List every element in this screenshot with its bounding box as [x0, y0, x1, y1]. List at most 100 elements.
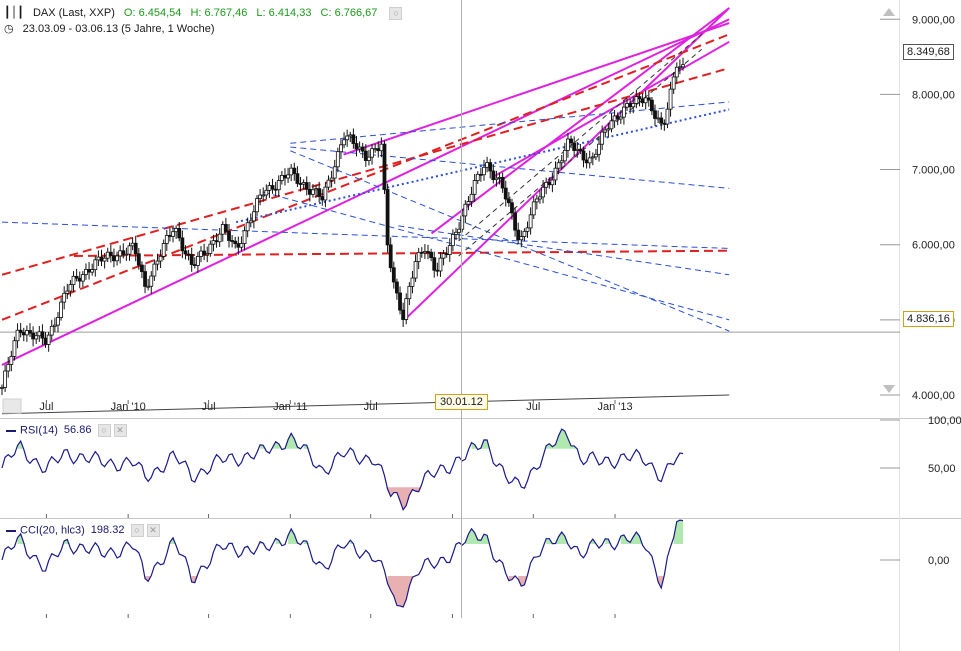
ohlc-body	[329, 177, 334, 181]
blue-dashed-trendline	[263, 191, 730, 321]
ohlc-body	[531, 201, 536, 216]
ohlc-body	[631, 103, 636, 108]
ohlc-body	[395, 281, 399, 294]
ohlc-body	[429, 251, 434, 259]
ohlc-body	[653, 110, 657, 119]
axis-labels: 4.000,005.000,006.000,007.000,008.000,00…	[39, 14, 954, 413]
cci-close-icon[interactable]: ✕	[146, 524, 160, 537]
ohlc-body	[423, 251, 427, 254]
ohlc-body	[488, 162, 493, 172]
ohlc-body	[385, 189, 390, 246]
ohlc-body	[40, 331, 45, 339]
ohlc-body	[544, 181, 549, 188]
ohlc-body	[71, 275, 76, 285]
ohlc-body	[56, 317, 60, 326]
ohlc-body	[24, 330, 29, 336]
ohlc-body	[351, 134, 356, 144]
ohlc-body	[90, 269, 95, 273]
rsi-panel: 100,00 50,00	[1, 415, 961, 512]
ohlc-body	[640, 98, 645, 104]
ohlc-body	[127, 245, 132, 255]
cci-value: 198.32	[90, 524, 125, 537]
ohlc-body	[283, 175, 287, 179]
trendlines	[1, 7, 730, 415]
ohlc-body	[43, 337, 48, 345]
scroll-down-icon[interactable]	[883, 385, 895, 393]
time-tick-label: Jul	[39, 401, 53, 413]
ohlc-body	[161, 243, 166, 257]
last-price-flag: 8.349,68	[903, 44, 954, 60]
ohlc-body	[115, 255, 119, 262]
cci-settings-icon[interactable]: ○	[130, 524, 144, 537]
ohlc-body	[34, 335, 39, 340]
rsi-swatch-icon	[6, 429, 16, 432]
ohlc-body	[177, 228, 182, 239]
ohlc-body	[180, 237, 185, 252]
ohlc-body	[230, 240, 235, 242]
ohlc-body	[547, 181, 552, 186]
ohlc-body	[74, 275, 79, 279]
ohlc-body	[317, 188, 322, 197]
ohlc-body	[609, 120, 614, 130]
ohlc-body	[251, 211, 256, 222]
ohlc-body	[345, 135, 350, 141]
ohlc-body	[239, 243, 244, 248]
ohlc-body	[174, 228, 179, 233]
low-value: L: 6.414,33	[256, 7, 312, 19]
ohlc-body	[93, 259, 98, 271]
chart-canvas[interactable]: 100,0050,00 0,00 4.000,005.000,006.000,0…	[0, 0, 961, 651]
ohlc-body	[550, 179, 555, 186]
ohlc-body	[192, 264, 197, 266]
ohlc-body	[211, 240, 216, 245]
ohlc-body	[339, 144, 343, 153]
ohlc-body	[311, 189, 315, 195]
ohlc-body	[149, 275, 154, 287]
time-tick-label: Jul	[526, 401, 540, 413]
ohlc-body	[594, 153, 598, 158]
ohlc-body	[457, 228, 462, 233]
rsi-close-icon[interactable]: ✕	[113, 424, 127, 437]
ohlc-body	[65, 290, 70, 294]
ohlc-body	[155, 260, 160, 265]
ohlc-body	[68, 284, 73, 292]
rsi-title: RSI(14)	[20, 424, 58, 437]
magenta-trendline	[430, 7, 730, 235]
ohlc-body	[301, 182, 306, 185]
price-tick-label: 8.000,00	[912, 89, 955, 101]
ohlc-body	[108, 251, 113, 257]
ohlc-body	[650, 99, 654, 112]
time-tick-label: Jul	[202, 401, 216, 413]
ohlc-body	[628, 103, 633, 108]
ohlc-body	[87, 269, 91, 273]
blue-dotted-trendline	[235, 108, 730, 224]
ohlc-bars	[0, 57, 685, 395]
ohlc-body	[575, 148, 580, 151]
ohlc-body	[236, 243, 241, 248]
ohlc-body	[674, 66, 679, 78]
rsi-settings-icon[interactable]: ○	[97, 424, 111, 437]
ohlc-body	[99, 256, 104, 262]
ohlc-body	[186, 253, 191, 256]
ohlc-body	[276, 180, 281, 191]
ohlc-body	[466, 201, 471, 205]
ohlc-body	[62, 292, 67, 303]
price-tick-label: 9.000,00	[912, 14, 955, 26]
settings-icon[interactable]: ○	[389, 6, 403, 20]
ohlc-body	[289, 167, 294, 176]
ohlc-body	[612, 115, 617, 122]
ohlc-body	[146, 285, 151, 288]
ohlc-body	[416, 251, 421, 263]
ohlc-body	[168, 235, 172, 237]
ohlc-body	[656, 117, 661, 120]
cci-title: CCI(20, hlc3)	[20, 524, 85, 537]
pan-handle[interactable]	[2, 398, 22, 414]
ohlc-body	[335, 151, 340, 168]
scroll-up-icon[interactable]	[883, 8, 895, 16]
time-tick-label: Jan '11	[273, 401, 307, 413]
ohlc-body	[370, 148, 374, 158]
ohlc-body	[435, 269, 440, 272]
ohlc-body	[202, 250, 207, 256]
ohlc-body	[130, 242, 135, 247]
ohlc-body	[12, 340, 17, 357]
ohlc-body	[245, 222, 250, 232]
